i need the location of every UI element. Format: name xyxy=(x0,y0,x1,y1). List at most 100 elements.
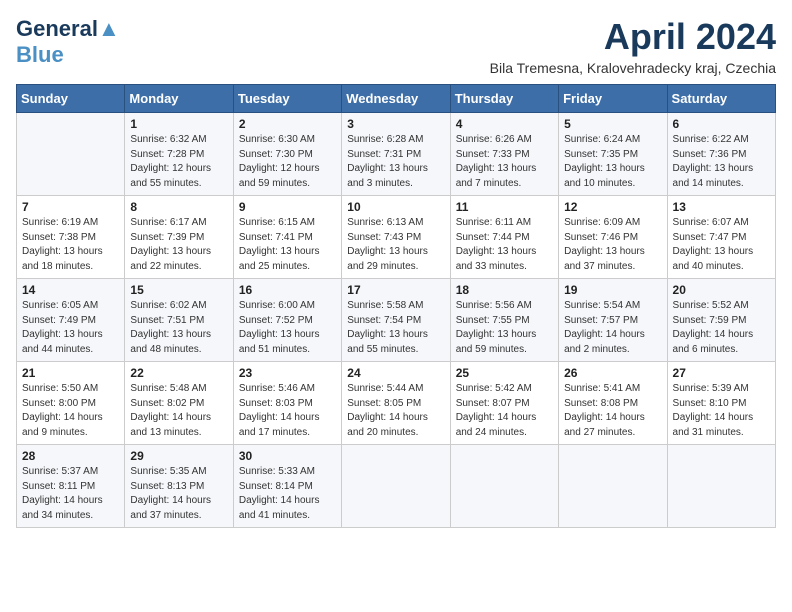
day-info: Sunrise: 5:35 AMSunset: 8:13 PMDaylight:… xyxy=(130,465,227,523)
calendar-cell: 21 Sunrise: 5:50 AMSunset: 8:00 PMDaylig… xyxy=(17,362,125,445)
calendar-cell xyxy=(342,445,450,528)
day-number: 7 xyxy=(22,200,119,214)
day-info: Sunrise: 6:05 AMSunset: 7:49 PMDaylight:… xyxy=(22,299,119,357)
day-info: Sunrise: 5:44 AMSunset: 8:05 PMDaylight:… xyxy=(347,382,444,440)
calendar-week-1: 1 Sunrise: 6:32 AMSunset: 7:28 PMDayligh… xyxy=(17,113,776,196)
day-info: Sunrise: 6:17 AMSunset: 7:39 PMDaylight:… xyxy=(130,216,227,274)
day-info: Sunrise: 5:46 AMSunset: 8:03 PMDaylight:… xyxy=(239,382,336,440)
calendar-cell: 13 Sunrise: 6:07 AMSunset: 7:47 PMDaylig… xyxy=(667,196,775,279)
day-info: Sunrise: 6:22 AMSunset: 7:36 PMDaylight:… xyxy=(673,133,770,191)
day-number: 18 xyxy=(456,283,553,297)
day-info: Sunrise: 6:26 AMSunset: 7:33 PMDaylight:… xyxy=(456,133,553,191)
day-number: 12 xyxy=(564,200,661,214)
day-number: 6 xyxy=(673,117,770,131)
calendar-cell xyxy=(17,113,125,196)
header-friday: Friday xyxy=(559,85,667,113)
header-wednesday: Wednesday xyxy=(342,85,450,113)
calendar-cell: 1 Sunrise: 6:32 AMSunset: 7:28 PMDayligh… xyxy=(125,113,233,196)
calendar-cell: 2 Sunrise: 6:30 AMSunset: 7:30 PMDayligh… xyxy=(233,113,341,196)
day-info: Sunrise: 5:39 AMSunset: 8:10 PMDaylight:… xyxy=(673,382,770,440)
calendar-cell: 16 Sunrise: 6:00 AMSunset: 7:52 PMDaylig… xyxy=(233,279,341,362)
calendar-cell: 19 Sunrise: 5:54 AMSunset: 7:57 PMDaylig… xyxy=(559,279,667,362)
calendar-table: SundayMondayTuesdayWednesdayThursdayFrid… xyxy=(16,84,776,528)
day-number: 2 xyxy=(239,117,336,131)
day-number: 14 xyxy=(22,283,119,297)
day-info: Sunrise: 5:42 AMSunset: 8:07 PMDaylight:… xyxy=(456,382,553,440)
logo-text: General▲ Blue xyxy=(16,16,120,68)
day-number: 21 xyxy=(22,366,119,380)
calendar-cell: 30 Sunrise: 5:33 AMSunset: 8:14 PMDaylig… xyxy=(233,445,341,528)
day-number: 19 xyxy=(564,283,661,297)
day-info: Sunrise: 5:58 AMSunset: 7:54 PMDaylight:… xyxy=(347,299,444,357)
day-info: Sunrise: 5:54 AMSunset: 7:57 PMDaylight:… xyxy=(564,299,661,357)
calendar-cell xyxy=(559,445,667,528)
calendar-cell: 3 Sunrise: 6:28 AMSunset: 7:31 PMDayligh… xyxy=(342,113,450,196)
calendar-cell: 29 Sunrise: 5:35 AMSunset: 8:13 PMDaylig… xyxy=(125,445,233,528)
day-number: 26 xyxy=(564,366,661,380)
day-number: 8 xyxy=(130,200,227,214)
day-number: 22 xyxy=(130,366,227,380)
calendar-cell: 10 Sunrise: 6:13 AMSunset: 7:43 PMDaylig… xyxy=(342,196,450,279)
calendar-cell: 15 Sunrise: 6:02 AMSunset: 7:51 PMDaylig… xyxy=(125,279,233,362)
day-number: 3 xyxy=(347,117,444,131)
day-info: Sunrise: 6:32 AMSunset: 7:28 PMDaylight:… xyxy=(130,133,227,191)
day-number: 5 xyxy=(564,117,661,131)
header-monday: Monday xyxy=(125,85,233,113)
calendar-cell: 25 Sunrise: 5:42 AMSunset: 8:07 PMDaylig… xyxy=(450,362,558,445)
day-number: 30 xyxy=(239,449,336,463)
calendar-week-5: 28 Sunrise: 5:37 AMSunset: 8:11 PMDaylig… xyxy=(17,445,776,528)
day-number: 15 xyxy=(130,283,227,297)
calendar-cell: 8 Sunrise: 6:17 AMSunset: 7:39 PMDayligh… xyxy=(125,196,233,279)
day-info: Sunrise: 6:02 AMSunset: 7:51 PMDaylight:… xyxy=(130,299,227,357)
day-info: Sunrise: 6:28 AMSunset: 7:31 PMDaylight:… xyxy=(347,133,444,191)
day-info: Sunrise: 6:07 AMSunset: 7:47 PMDaylight:… xyxy=(673,216,770,274)
calendar-cell: 24 Sunrise: 5:44 AMSunset: 8:05 PMDaylig… xyxy=(342,362,450,445)
day-info: Sunrise: 6:00 AMSunset: 7:52 PMDaylight:… xyxy=(239,299,336,357)
page-header: General▲ Blue April 2024 Bila Tremesna, … xyxy=(16,16,776,76)
day-info: Sunrise: 6:13 AMSunset: 7:43 PMDaylight:… xyxy=(347,216,444,274)
day-info: Sunrise: 5:37 AMSunset: 8:11 PMDaylight:… xyxy=(22,465,119,523)
calendar-cell: 18 Sunrise: 5:56 AMSunset: 7:55 PMDaylig… xyxy=(450,279,558,362)
day-number: 17 xyxy=(347,283,444,297)
day-info: Sunrise: 5:48 AMSunset: 8:02 PMDaylight:… xyxy=(130,382,227,440)
day-number: 29 xyxy=(130,449,227,463)
day-number: 28 xyxy=(22,449,119,463)
calendar-cell: 7 Sunrise: 6:19 AMSunset: 7:38 PMDayligh… xyxy=(17,196,125,279)
calendar-cell: 9 Sunrise: 6:15 AMSunset: 7:41 PMDayligh… xyxy=(233,196,341,279)
calendar-cell: 5 Sunrise: 6:24 AMSunset: 7:35 PMDayligh… xyxy=(559,113,667,196)
day-number: 1 xyxy=(130,117,227,131)
day-number: 13 xyxy=(673,200,770,214)
day-info: Sunrise: 6:30 AMSunset: 7:30 PMDaylight:… xyxy=(239,133,336,191)
calendar-cell: 4 Sunrise: 6:26 AMSunset: 7:33 PMDayligh… xyxy=(450,113,558,196)
calendar-header-row: SundayMondayTuesdayWednesdayThursdayFrid… xyxy=(17,85,776,113)
logo: General▲ Blue xyxy=(16,16,120,68)
header-sunday: Sunday xyxy=(17,85,125,113)
calendar-cell: 22 Sunrise: 5:48 AMSunset: 8:02 PMDaylig… xyxy=(125,362,233,445)
calendar-cell xyxy=(667,445,775,528)
day-info: Sunrise: 6:09 AMSunset: 7:46 PMDaylight:… xyxy=(564,216,661,274)
calendar-week-4: 21 Sunrise: 5:50 AMSunset: 8:00 PMDaylig… xyxy=(17,362,776,445)
month-title: April 2024 xyxy=(490,16,776,58)
day-number: 10 xyxy=(347,200,444,214)
day-info: Sunrise: 6:15 AMSunset: 7:41 PMDaylight:… xyxy=(239,216,336,274)
day-number: 4 xyxy=(456,117,553,131)
calendar-cell: 11 Sunrise: 6:11 AMSunset: 7:44 PMDaylig… xyxy=(450,196,558,279)
day-info: Sunrise: 6:19 AMSunset: 7:38 PMDaylight:… xyxy=(22,216,119,274)
day-info: Sunrise: 5:50 AMSunset: 8:00 PMDaylight:… xyxy=(22,382,119,440)
day-info: Sunrise: 5:52 AMSunset: 7:59 PMDaylight:… xyxy=(673,299,770,357)
day-number: 27 xyxy=(673,366,770,380)
calendar-cell: 27 Sunrise: 5:39 AMSunset: 8:10 PMDaylig… xyxy=(667,362,775,445)
day-info: Sunrise: 5:41 AMSunset: 8:08 PMDaylight:… xyxy=(564,382,661,440)
day-info: Sunrise: 5:33 AMSunset: 8:14 PMDaylight:… xyxy=(239,465,336,523)
calendar-cell: 23 Sunrise: 5:46 AMSunset: 8:03 PMDaylig… xyxy=(233,362,341,445)
day-number: 9 xyxy=(239,200,336,214)
day-number: 20 xyxy=(673,283,770,297)
calendar-week-2: 7 Sunrise: 6:19 AMSunset: 7:38 PMDayligh… xyxy=(17,196,776,279)
day-info: Sunrise: 6:24 AMSunset: 7:35 PMDaylight:… xyxy=(564,133,661,191)
day-info: Sunrise: 6:11 AMSunset: 7:44 PMDaylight:… xyxy=(456,216,553,274)
calendar-cell xyxy=(450,445,558,528)
header-saturday: Saturday xyxy=(667,85,775,113)
calendar-cell: 14 Sunrise: 6:05 AMSunset: 7:49 PMDaylig… xyxy=(17,279,125,362)
day-info: Sunrise: 5:56 AMSunset: 7:55 PMDaylight:… xyxy=(456,299,553,357)
calendar-cell: 26 Sunrise: 5:41 AMSunset: 8:08 PMDaylig… xyxy=(559,362,667,445)
